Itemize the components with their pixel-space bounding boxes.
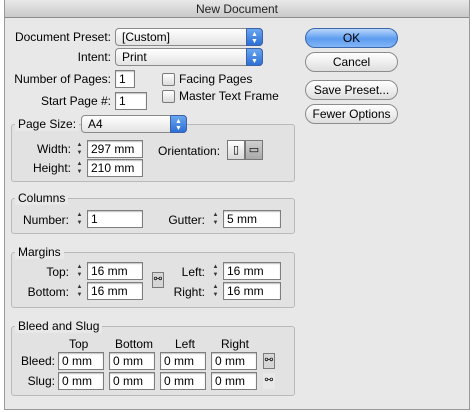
slug-top-input[interactable] — [58, 372, 104, 390]
bleed-col-bottom-label: Bottom — [115, 337, 154, 351]
new-document-dialog: New Document Document Preset: [Custom] ▲… — [4, 0, 470, 410]
margin-bottom-label: Bottom: — [27, 285, 69, 299]
margin-bottom-stepper-icon[interactable]: ▲ ▼ — [74, 283, 85, 301]
margin-left-input[interactable] — [223, 262, 281, 280]
columns-number-stepper-icon[interactable]: ▲ ▼ — [74, 211, 85, 229]
bleed-col-top-label: Top — [69, 337, 89, 351]
height-stepper-icon[interactable]: ▲ ▼ — [74, 160, 85, 178]
margin-top-stepper-icon[interactable]: ▲ ▼ — [74, 263, 85, 281]
slug-label: Slug: — [27, 374, 55, 388]
bleed-left-input[interactable] — [160, 352, 206, 370]
popup-arrows-icon: ▲ ▼ — [246, 28, 263, 46]
gutter-input[interactable] — [223, 210, 281, 228]
slug-bottom-input[interactable] — [109, 372, 155, 390]
margin-left-label: Left: — [181, 265, 205, 279]
bleed-bottom-input[interactable] — [109, 352, 155, 370]
bleed-top-input[interactable] — [58, 352, 104, 370]
start-page-input[interactable] — [115, 92, 147, 110]
height-input[interactable] — [87, 159, 143, 177]
document-preset-value: [Custom] — [122, 30, 171, 44]
page-size-value: A4 — [88, 117, 103, 131]
bleed-col-right-label: Right — [221, 337, 250, 351]
document-preset-label: Document Preset: — [14, 30, 111, 44]
columns-title: Columns — [15, 191, 69, 205]
window-title: New Document — [5, 0, 469, 18]
page-size-select[interactable]: A4 ▲ ▼ — [81, 115, 187, 133]
margin-left-stepper-icon[interactable]: ▲ ▼ — [210, 263, 221, 281]
margin-right-label: Right: — [173, 285, 205, 299]
slug-right-input[interactable] — [211, 372, 257, 390]
fewer-options-button[interactable]: Fewer Options — [305, 104, 398, 124]
ok-button[interactable]: OK — [305, 28, 398, 48]
bleed-label: Bleed: — [20, 354, 55, 368]
popup-arrows-icon: ▲ ▼ — [170, 115, 187, 133]
landscape-orientation-icon[interactable]: ▭ — [245, 140, 263, 160]
start-page-label: Start Page #: — [40, 94, 111, 108]
number-of-pages-label: Number of Pages: — [14, 72, 111, 86]
margin-top-input[interactable] — [87, 262, 143, 280]
margin-right-input[interactable] — [223, 282, 281, 300]
margin-top-label: Top: — [46, 265, 69, 279]
columns-number-label: Number: — [22, 213, 69, 227]
facing-pages-label: Facing Pages — [179, 72, 253, 86]
margin-right-stepper-icon[interactable]: ▲ ▼ — [210, 283, 221, 301]
intent-label: Intent: — [77, 50, 111, 64]
width-label: Width: — [36, 142, 71, 156]
portrait-orientation-icon[interactable]: ▯ — [227, 140, 245, 160]
margins-title: Margins — [15, 245, 64, 259]
bleed-col-left-label: Left — [175, 337, 196, 351]
bleed-link-chain-icon[interactable]: ⚯ — [263, 353, 275, 369]
gutter-label: Gutter: — [168, 213, 205, 227]
margin-bottom-input[interactable] — [87, 282, 143, 300]
bleed-right-input[interactable] — [211, 352, 257, 370]
intent-select[interactable]: Print ▲ ▼ — [115, 48, 263, 66]
slug-left-input[interactable] — [160, 372, 206, 390]
height-label: Height: — [32, 161, 71, 175]
popup-arrows-icon: ▲ ▼ — [246, 48, 263, 66]
document-preset-select[interactable]: [Custom] ▲ ▼ — [115, 28, 263, 46]
slug-link-chain-icon[interactable]: ⚯ — [263, 373, 275, 389]
save-preset-button[interactable]: Save Preset... — [305, 80, 398, 100]
master-text-frame-label: Master Text Frame — [179, 89, 279, 103]
bleed-slug-title: Bleed and Slug — [15, 319, 103, 333]
number-of-pages-input[interactable] — [115, 70, 135, 88]
facing-pages-checkbox[interactable] — [162, 73, 175, 86]
intent-value: Print — [122, 50, 147, 64]
width-input[interactable] — [87, 140, 143, 158]
orientation-label: Orientation: — [158, 144, 221, 158]
page-size-label: Page Size: — [15, 117, 80, 131]
gutter-stepper-icon[interactable]: ▲ ▼ — [210, 211, 221, 229]
cancel-button[interactable]: Cancel — [305, 52, 398, 72]
width-stepper-icon[interactable]: ▲ ▼ — [74, 141, 85, 159]
master-text-frame-checkbox[interactable] — [162, 90, 175, 103]
columns-number-input[interactable] — [87, 210, 143, 228]
